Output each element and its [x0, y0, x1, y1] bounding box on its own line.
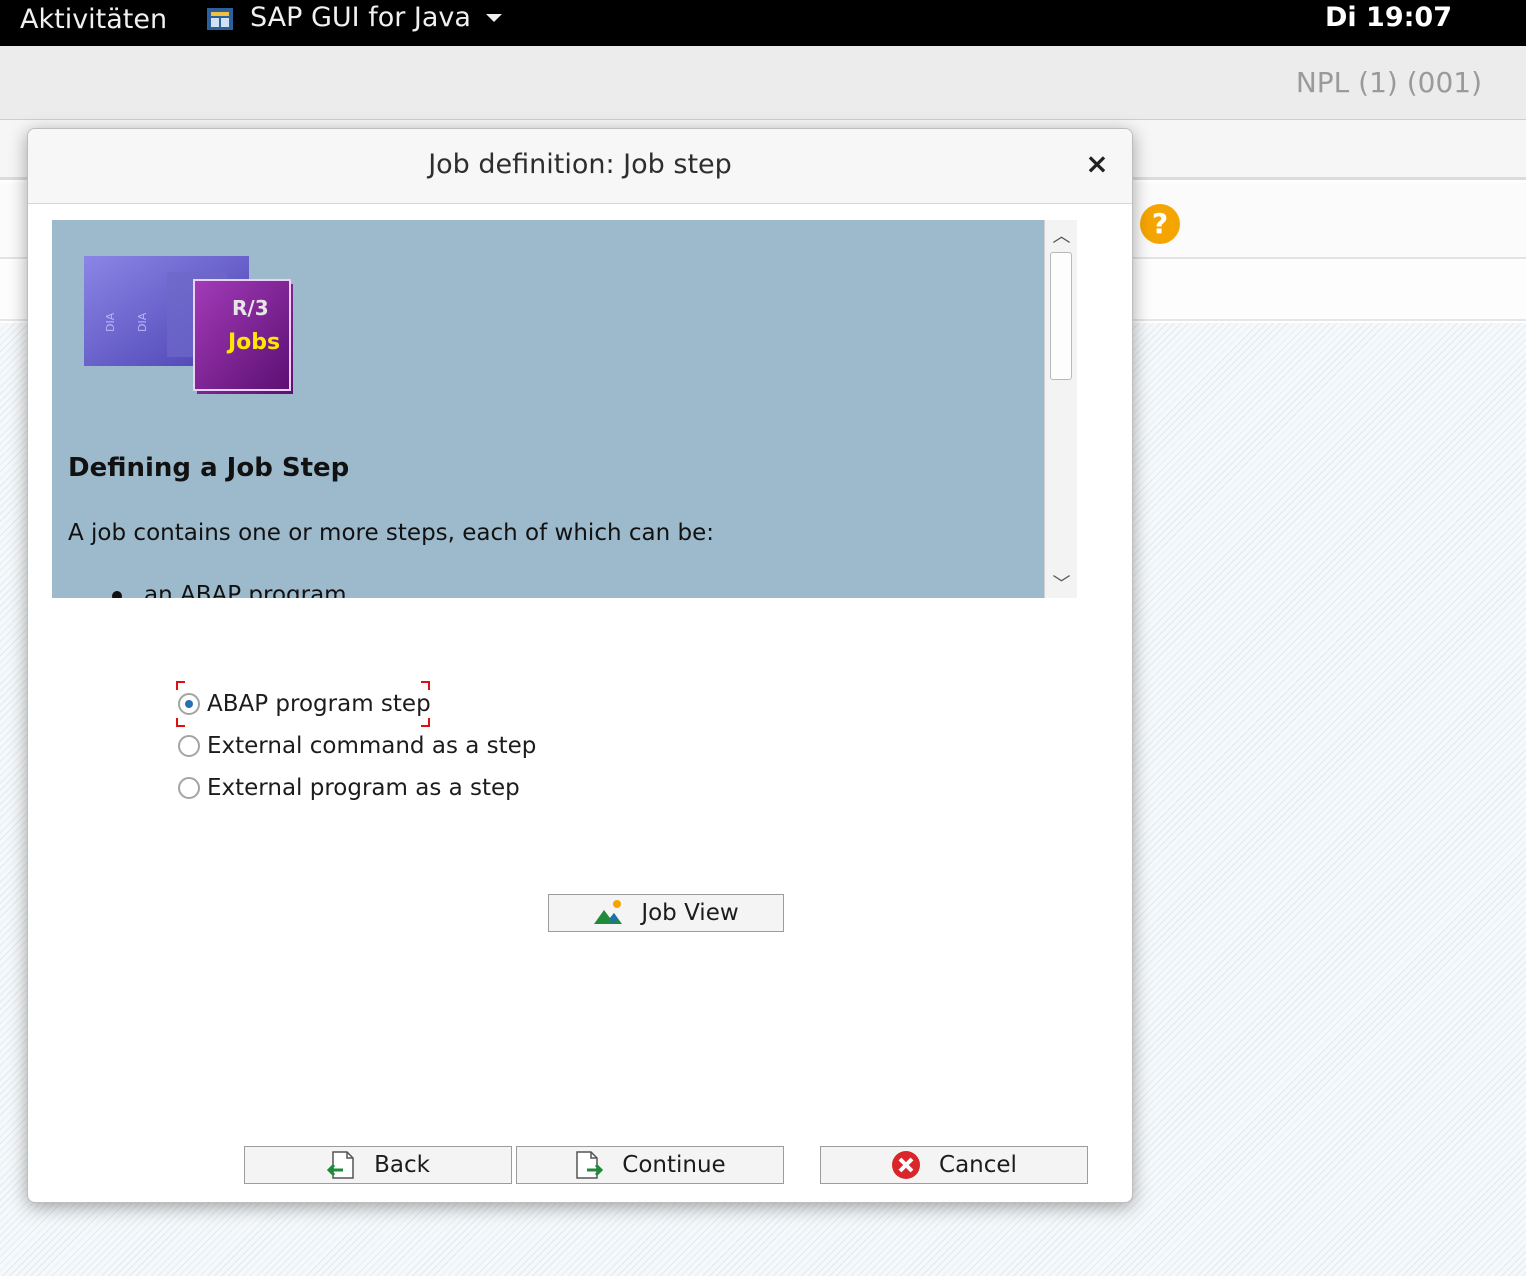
scroll-thumb[interactable] — [1050, 252, 1072, 380]
radio-button[interactable] — [178, 735, 200, 757]
continue-icon — [576, 1151, 604, 1179]
help-heading: Defining a Job Step — [68, 453, 350, 483]
gnome-top-bar: Aktivitäten SAP GUI for Java Di 19:07 — [0, 0, 1526, 46]
radio-button[interactable] — [178, 693, 200, 715]
svg-text:R/3: R/3 — [232, 296, 269, 320]
continue-label: Continue — [622, 1152, 726, 1178]
job-view-label: Job View — [641, 900, 739, 926]
cancel-label: Cancel — [939, 1152, 1017, 1178]
clock[interactable]: Di 19:07 — [1325, 2, 1452, 33]
back-label: Back — [374, 1152, 430, 1178]
radio-label: ABAP program step — [207, 691, 431, 717]
svg-text:DIA: DIA — [136, 312, 149, 332]
help-bullet-item: an ABAP program — [112, 582, 347, 598]
back-icon — [326, 1151, 354, 1179]
scroll-up-icon[interactable]: ︿ — [1045, 222, 1078, 247]
system-info: NPL (1) (001) — [1295, 66, 1482, 99]
activities-button[interactable]: Aktivitäten — [20, 4, 167, 35]
svg-text:Jobs: Jobs — [226, 330, 280, 355]
cancel-icon — [892, 1151, 921, 1179]
radio-external-program-step[interactable]: External program as a step — [178, 775, 520, 801]
help-intro-text: A job contains one or more steps, each o… — [68, 520, 714, 546]
radio-label: External command as a step — [207, 733, 537, 759]
app-menu[interactable]: SAP GUI for Java — [206, 2, 503, 33]
help-panel[interactable]: DIA DIA R/3 Jobs Defining a Job Step A j… — [52, 220, 1044, 598]
job-view-button[interactable]: Job View — [548, 894, 784, 932]
radio-abap-program-step[interactable]: ABAP program step — [178, 691, 431, 717]
dialog-title-bar: Job definition: Job step × — [28, 129, 1132, 204]
scroll-down-icon[interactable]: ﹀ — [1045, 570, 1078, 595]
help-icon[interactable]: ? — [1140, 204, 1180, 244]
chevron-down-icon — [485, 13, 502, 22]
radio-button[interactable] — [178, 777, 200, 799]
close-icon[interactable]: × — [1082, 149, 1112, 179]
radio-label: External program as a step — [207, 775, 520, 801]
svg-text:DIA: DIA — [104, 312, 117, 332]
job-step-dialog: Job definition: Job step × DIA DIA R/3 J… — [27, 128, 1133, 1203]
help-bullet-text: an ABAP program — [144, 582, 347, 598]
sap-app-icon — [207, 7, 233, 30]
r3-jobs-logo: DIA DIA R/3 Jobs — [84, 256, 293, 394]
cancel-button[interactable]: Cancel — [820, 1146, 1088, 1184]
help-scrollbar[interactable]: ︿ ﹀ — [1044, 220, 1077, 598]
job-view-icon — [594, 900, 623, 924]
dialog-title: Job definition: Job step — [428, 149, 732, 180]
continue-button[interactable]: Continue — [516, 1146, 784, 1184]
radio-external-command-step[interactable]: External command as a step — [178, 733, 536, 759]
sap-title-bar: NPL (1) (001) — [0, 46, 1526, 120]
back-button[interactable]: Back — [244, 1146, 512, 1184]
bullet-icon — [112, 590, 122, 598]
app-name: SAP GUI for Java — [250, 2, 471, 33]
